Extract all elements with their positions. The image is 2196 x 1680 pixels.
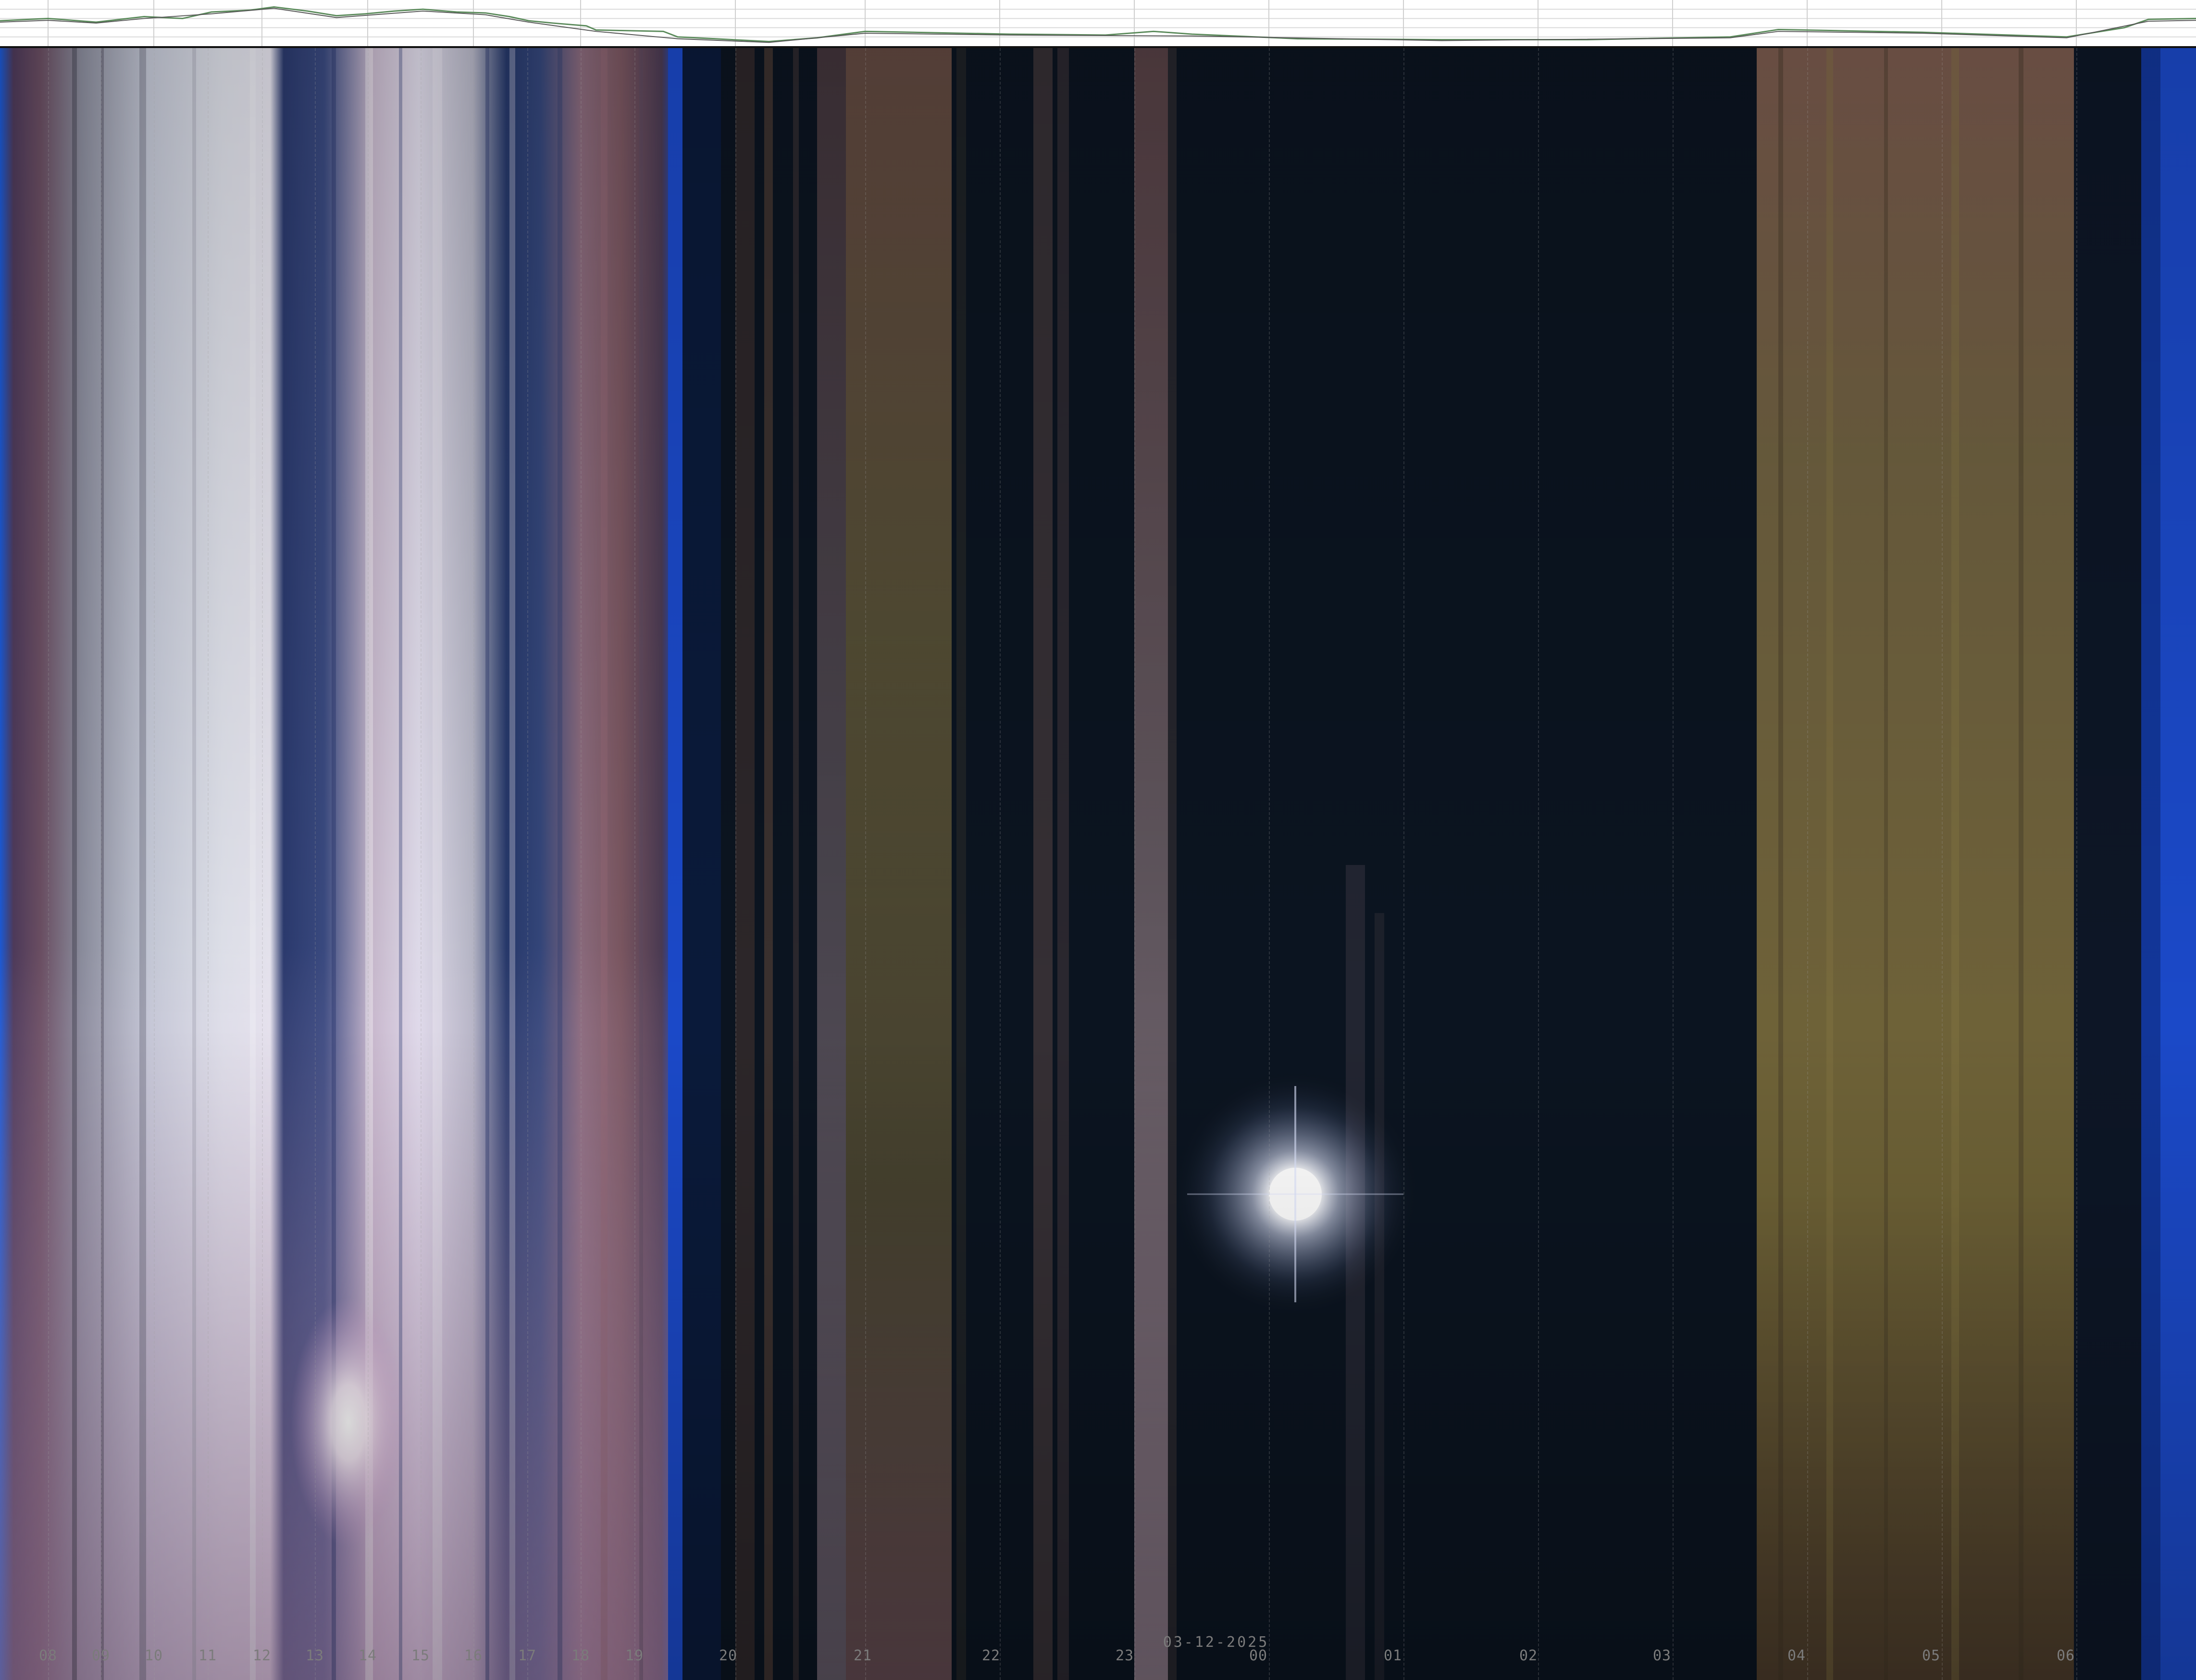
hour-label: 15	[411, 1647, 430, 1664]
gridline	[1134, 48, 1135, 1680]
hour-label: 03	[1652, 1647, 1672, 1664]
hour-label: 02	[1519, 1647, 1538, 1664]
hour-label: 06	[2056, 1647, 2075, 1664]
gridline	[1403, 48, 1404, 1680]
hour-label: 18	[571, 1647, 590, 1664]
gridline	[154, 48, 155, 1680]
hour-label: 14	[358, 1647, 377, 1664]
date-label: 03-12-2025	[1163, 1634, 1269, 1651]
gridline	[208, 48, 209, 1680]
gridline	[527, 48, 528, 1680]
gridline	[1538, 48, 1539, 1680]
gridline	[1673, 48, 1674, 1680]
hour-label: 09	[91, 1647, 111, 1664]
hour-label: 22	[981, 1647, 1001, 1664]
hour-label: 04	[1787, 1647, 1806, 1664]
gridline	[368, 48, 369, 1680]
hour-label: 10	[144, 1647, 163, 1664]
gridline	[1269, 48, 1270, 1680]
hour-label: 17	[518, 1647, 537, 1664]
gridline	[1942, 48, 1943, 1680]
hour-label: 19	[625, 1647, 644, 1664]
hour-label: 20	[719, 1647, 738, 1664]
hour-label: 08	[38, 1647, 58, 1664]
hour-label: 13	[305, 1647, 324, 1664]
gridline	[634, 48, 635, 1680]
hour-label: 23	[1115, 1647, 1134, 1664]
hour-label: 11	[198, 1647, 217, 1664]
gridline	[473, 48, 474, 1680]
gridline	[1807, 48, 1808, 1680]
gridline	[262, 48, 263, 1680]
hour-label: 16	[464, 1647, 483, 1664]
gridline	[2076, 48, 2077, 1680]
gridline	[581, 48, 582, 1680]
brightness-strip	[0, 0, 2196, 48]
gridline	[48, 48, 49, 1680]
gridline	[735, 48, 736, 1680]
hour-label: 01	[1383, 1647, 1402, 1664]
gridline	[865, 48, 866, 1680]
gridline	[315, 48, 316, 1680]
gridline	[421, 48, 422, 1680]
hour-label: 21	[853, 1647, 872, 1664]
gridline	[101, 48, 102, 1680]
hour-label: 12	[252, 1647, 272, 1664]
gridline	[1000, 48, 1001, 1680]
hour-label: 05	[1922, 1647, 1941, 1664]
keogram-image	[0, 48, 2196, 1680]
